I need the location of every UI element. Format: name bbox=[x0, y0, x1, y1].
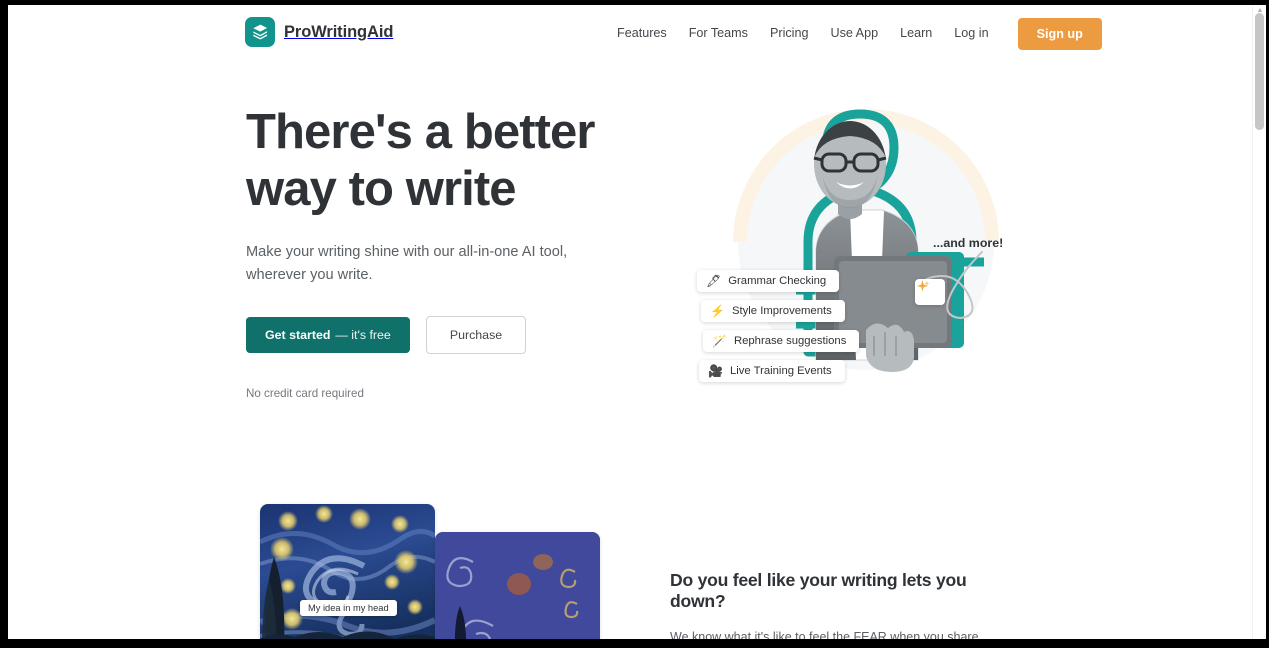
hero-subtitle: Make your writing shine with our all-in-… bbox=[246, 244, 568, 283]
feature-chip-label: Style Improvements bbox=[731, 305, 832, 317]
hero-illustration: 🖋 Grammar Checking ⚡ Style Improvements … bbox=[670, 92, 1030, 422]
hero-title-line-2: way to write bbox=[246, 162, 517, 216]
nav-link-pricing[interactable]: Pricing bbox=[759, 5, 820, 62]
get-started-button[interactable]: Get started — it's free bbox=[246, 317, 410, 353]
purchase-button[interactable]: Purchase bbox=[425, 316, 527, 354]
starry-night-caption: My idea in my head bbox=[300, 600, 397, 616]
feature-chip-label: Rephrase suggestions bbox=[733, 335, 847, 347]
lower-section: My idea in my head Do you feel like your… bbox=[8, 482, 1252, 639]
nav-link-learn[interactable]: Learn bbox=[889, 5, 943, 62]
feature-chip-label: Grammar Checking bbox=[728, 275, 827, 287]
hero-actions: Get started — it's free Purchase bbox=[246, 316, 636, 354]
nav-link-use-app[interactable]: Use App bbox=[819, 5, 889, 62]
get-started-note: — it's free bbox=[335, 328, 391, 342]
magic-wand-icon: 🪄 bbox=[712, 334, 727, 348]
and-more-callout: ...and more! bbox=[933, 236, 1004, 250]
lower-copy: Do you feel like your writing lets you d… bbox=[670, 570, 1025, 639]
site-header: ProWritingAid Features For Teams Pricing… bbox=[8, 5, 1252, 62]
nav-link-for-teams[interactable]: For Teams bbox=[678, 5, 759, 62]
video-camera-icon: 🎥 bbox=[708, 364, 723, 378]
browser-viewport: ProWritingAid Features For Teams Pricing… bbox=[8, 5, 1266, 639]
hero-section: There's a better way to write Make your … bbox=[8, 62, 1252, 482]
main-navigation: Features For Teams Pricing Use App Learn… bbox=[606, 5, 1102, 62]
feature-chip-grammar-checking: 🖋 Grammar Checking bbox=[697, 270, 840, 292]
lightning-bolt-icon: ⚡ bbox=[710, 304, 725, 318]
hero-title-line-1: There's a better bbox=[246, 105, 595, 159]
starry-night-image bbox=[260, 504, 435, 639]
feature-chip-label: Live Training Events bbox=[729, 365, 832, 377]
lower-section-title: Do you feel like your writing lets you d… bbox=[670, 570, 967, 611]
brand-name: ProWritingAid bbox=[284, 22, 394, 41]
hero-title: There's a better way to write bbox=[246, 104, 636, 218]
scrollbar-thumb[interactable] bbox=[1255, 13, 1264, 130]
page-scrollbar[interactable]: ▲ bbox=[1252, 5, 1266, 639]
feature-chip-live-training-events: 🎥 Live Training Events bbox=[699, 360, 845, 382]
feature-chip-style-improvements: ⚡ Style Improvements bbox=[701, 300, 845, 322]
brand-logo-link[interactable]: ProWritingAid bbox=[245, 17, 393, 47]
get-started-label: Get started bbox=[265, 328, 331, 342]
prowritingaid-logo-icon bbox=[245, 17, 275, 47]
page-content: ProWritingAid Features For Teams Pricing… bbox=[8, 5, 1252, 639]
feature-chip-rephrase-suggestions: 🪄 Rephrase suggestions bbox=[703, 330, 860, 352]
no-credit-card-note: No credit card required bbox=[246, 387, 364, 400]
blank-blue-canvas-image bbox=[435, 532, 600, 639]
nav-link-features[interactable]: Features bbox=[606, 5, 678, 62]
window-frame-left bbox=[0, 0, 8, 648]
window-frame-bottom bbox=[0, 639, 1269, 648]
quill-pen-icon: 🖋 bbox=[706, 274, 722, 288]
nav-link-log-in[interactable]: Log in bbox=[943, 5, 999, 62]
hero-copy: There's a better way to write Make your … bbox=[246, 104, 636, 400]
sparkles-icon bbox=[915, 279, 945, 305]
sign-up-button[interactable]: Sign up bbox=[1017, 17, 1102, 50]
lower-section-body: We know what it's like to feel the FEAR … bbox=[670, 630, 979, 639]
